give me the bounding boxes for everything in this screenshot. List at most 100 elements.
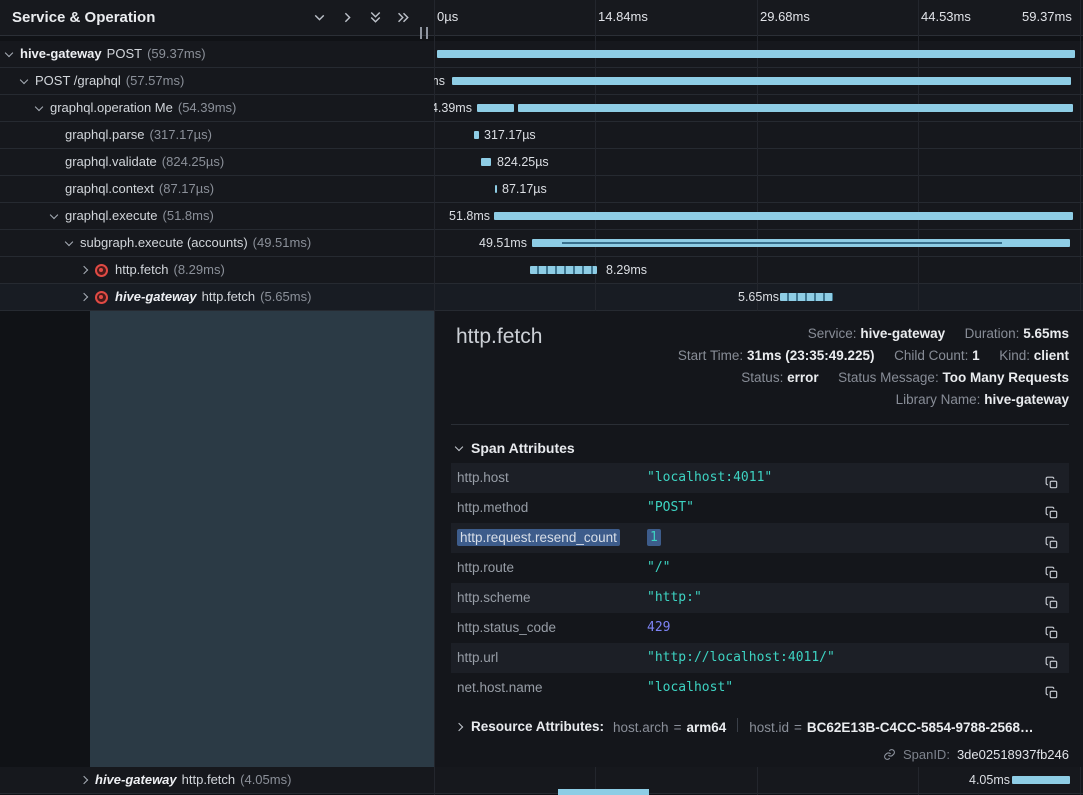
chevron-down-icon[interactable]	[311, 9, 328, 26]
tree-row-http-fetch-selected[interactable]: hive-gatewayhttp.fetch(5.65ms) 5.65ms	[0, 284, 1083, 311]
attribute-key: http.method	[457, 493, 528, 523]
duration-label: Duration:	[965, 326, 1020, 341]
span-bar[interactable]	[518, 104, 1073, 112]
span-duration: (87.17µs)	[159, 181, 214, 196]
resource-key: host.id	[749, 720, 789, 735]
tree-header-title: Service & Operation	[12, 9, 155, 26]
attribute-row[interactable]: http.scheme "http:"	[451, 583, 1069, 613]
span-name: http.fetch	[202, 289, 255, 304]
chevron-down-icon[interactable]	[65, 238, 73, 246]
copy-icon[interactable]	[1045, 501, 1059, 515]
span-bar[interactable]	[532, 239, 1070, 247]
chevron-right-icon	[455, 722, 463, 730]
span-duration: (51.8ms)	[163, 208, 214, 223]
span-name: graphql.validate	[65, 154, 157, 169]
chevron-down-icon[interactable]	[5, 49, 13, 57]
attribute-row[interactable]: net.host.name "localhost"	[451, 673, 1069, 703]
chevron-down-icon[interactable]	[50, 211, 58, 219]
span-attributes-table: http.host "localhost:4011" http.method "…	[451, 463, 1069, 703]
span-bar[interactable]	[494, 212, 1073, 220]
time-tick: 0µs	[437, 9, 458, 24]
double-chevron-right-icon[interactable]	[395, 9, 412, 26]
span-name: graphql.execute	[65, 208, 158, 223]
tree-row-subgraph-execute[interactable]: subgraph.execute (accounts)(49.51ms) 49.…	[0, 230, 1083, 257]
span-name: POST	[107, 46, 142, 61]
span-id: SpanID: 3de02518937fb246	[883, 747, 1069, 762]
span-bar[interactable]	[452, 77, 1071, 85]
time-tick: 44.53ms	[921, 9, 971, 24]
chevron-right-icon[interactable]	[80, 266, 88, 274]
copy-icon[interactable]	[1045, 681, 1059, 695]
attribute-key: http.request.resend_count	[457, 523, 620, 553]
copy-icon[interactable]	[1045, 621, 1059, 635]
copy-icon[interactable]	[1045, 531, 1059, 545]
tree-row-hive-gateway-post[interactable]: hive-gatewayPOST(59.37ms)	[0, 41, 1083, 68]
span-bar[interactable]	[1012, 776, 1070, 784]
tree-row-graphql-execute[interactable]: graphql.execute(51.8ms) 51.8ms	[0, 203, 1083, 230]
attribute-value: "http:"	[647, 583, 702, 613]
span-service: hive-gateway	[20, 46, 102, 61]
library-name-label: Library Name:	[896, 392, 981, 407]
copy-icon[interactable]	[1045, 591, 1059, 605]
tree-row-http-fetch-1[interactable]: http.fetch(8.29ms) 8.29ms	[0, 257, 1083, 284]
attribute-value: 429	[647, 613, 670, 643]
chevron-down-icon[interactable]	[20, 76, 28, 84]
tree-row-graphql-validate[interactable]: graphql.validate(824.25µs) 824.25µs	[0, 149, 1083, 176]
span-service: hive-gateway	[95, 772, 177, 787]
tree-row-graphql-parse[interactable]: graphql.parse(317.17µs) 317.17µs	[0, 122, 1083, 149]
chevron-down-icon	[455, 442, 463, 450]
chevron-right-icon[interactable]	[80, 776, 88, 784]
span-bar-partial[interactable]	[558, 789, 649, 795]
tree-header: Service & Operation	[0, 0, 434, 36]
double-chevron-down-icon[interactable]	[367, 9, 384, 26]
span-bar[interactable]	[477, 104, 514, 112]
equals-sign: =	[794, 720, 802, 735]
detail-meta: Service: hive-gateway Duration: 5.65ms S…	[678, 323, 1069, 411]
panel-resize-handle[interactable]	[420, 27, 428, 39]
span-bar[interactable]	[495, 185, 497, 193]
bar-duration-label: 87.17µs	[502, 182, 547, 196]
chevron-right-icon[interactable]	[339, 9, 356, 26]
chevron-right-icon[interactable]	[80, 293, 88, 301]
span-name: http.fetch	[182, 772, 235, 787]
span-attributes-heading: Span Attributes	[471, 440, 575, 456]
tree-row-graphql-context[interactable]: graphql.context(87.17µs) 87.17µs	[0, 176, 1083, 203]
copy-icon[interactable]	[1045, 651, 1059, 665]
attribute-row[interactable]: http.host "localhost:4011"	[451, 463, 1069, 493]
span-bar[interactable]	[481, 158, 491, 166]
attribute-row[interactable]: http.status_code 429	[451, 613, 1069, 643]
tree-row-graphql-operation[interactable]: graphql.operation Me(54.39ms) 54.39ms	[0, 95, 1083, 122]
attribute-row[interactable]: http.url "http://localhost:4011/"	[451, 643, 1069, 673]
resource-value: BC62E13B-C4CC-5854-9788-2568…	[807, 720, 1034, 735]
span-attributes-toggle[interactable]: Span Attributes	[456, 440, 575, 456]
tree-row-http-fetch-2[interactable]: hive-gatewayhttp.fetch(4.05ms) 4.05ms	[0, 767, 1083, 794]
child-count-label: Child Count:	[894, 348, 968, 363]
service-label: Service:	[808, 326, 857, 341]
error-status-icon	[95, 291, 108, 304]
copy-icon[interactable]	[1045, 561, 1059, 575]
attribute-value: "localhost"	[647, 673, 733, 703]
attribute-row[interactable]: http.method "POST"	[451, 493, 1069, 523]
start-time-value: 31ms (23:35:49.225)	[747, 348, 875, 363]
span-bar[interactable]	[474, 131, 479, 139]
span-duration: (824.25µs)	[162, 154, 224, 169]
divider	[451, 424, 1069, 425]
attribute-value: "/"	[647, 553, 670, 583]
span-bar[interactable]	[780, 293, 833, 301]
span-id-label: SpanID:	[903, 747, 950, 762]
attribute-row[interactable]: http.request.resend_count 1	[451, 523, 1069, 553]
chevron-down-icon[interactable]	[35, 103, 43, 111]
attribute-row[interactable]: http.route "/"	[451, 553, 1069, 583]
span-bar[interactable]	[530, 266, 597, 274]
copy-icon[interactable]	[1045, 471, 1059, 485]
span-bar[interactable]	[437, 50, 1075, 58]
attribute-value: "http://localhost:4011/"	[647, 643, 835, 673]
span-duration: (5.65ms)	[260, 289, 311, 304]
resource-attributes-toggle[interactable]: Resource Attributes: host.arch=arm64host…	[456, 718, 1034, 735]
status-message-value: Too Many Requests	[942, 370, 1069, 385]
attribute-key: http.status_code	[457, 613, 556, 643]
time-tick: 59.37ms	[1022, 9, 1072, 24]
link-icon[interactable]	[883, 748, 896, 761]
tree-row-post-graphql[interactable]: POST /graphql(57.57ms) 57.57ms	[0, 68, 1083, 95]
span-name: graphql.parse	[65, 127, 145, 142]
